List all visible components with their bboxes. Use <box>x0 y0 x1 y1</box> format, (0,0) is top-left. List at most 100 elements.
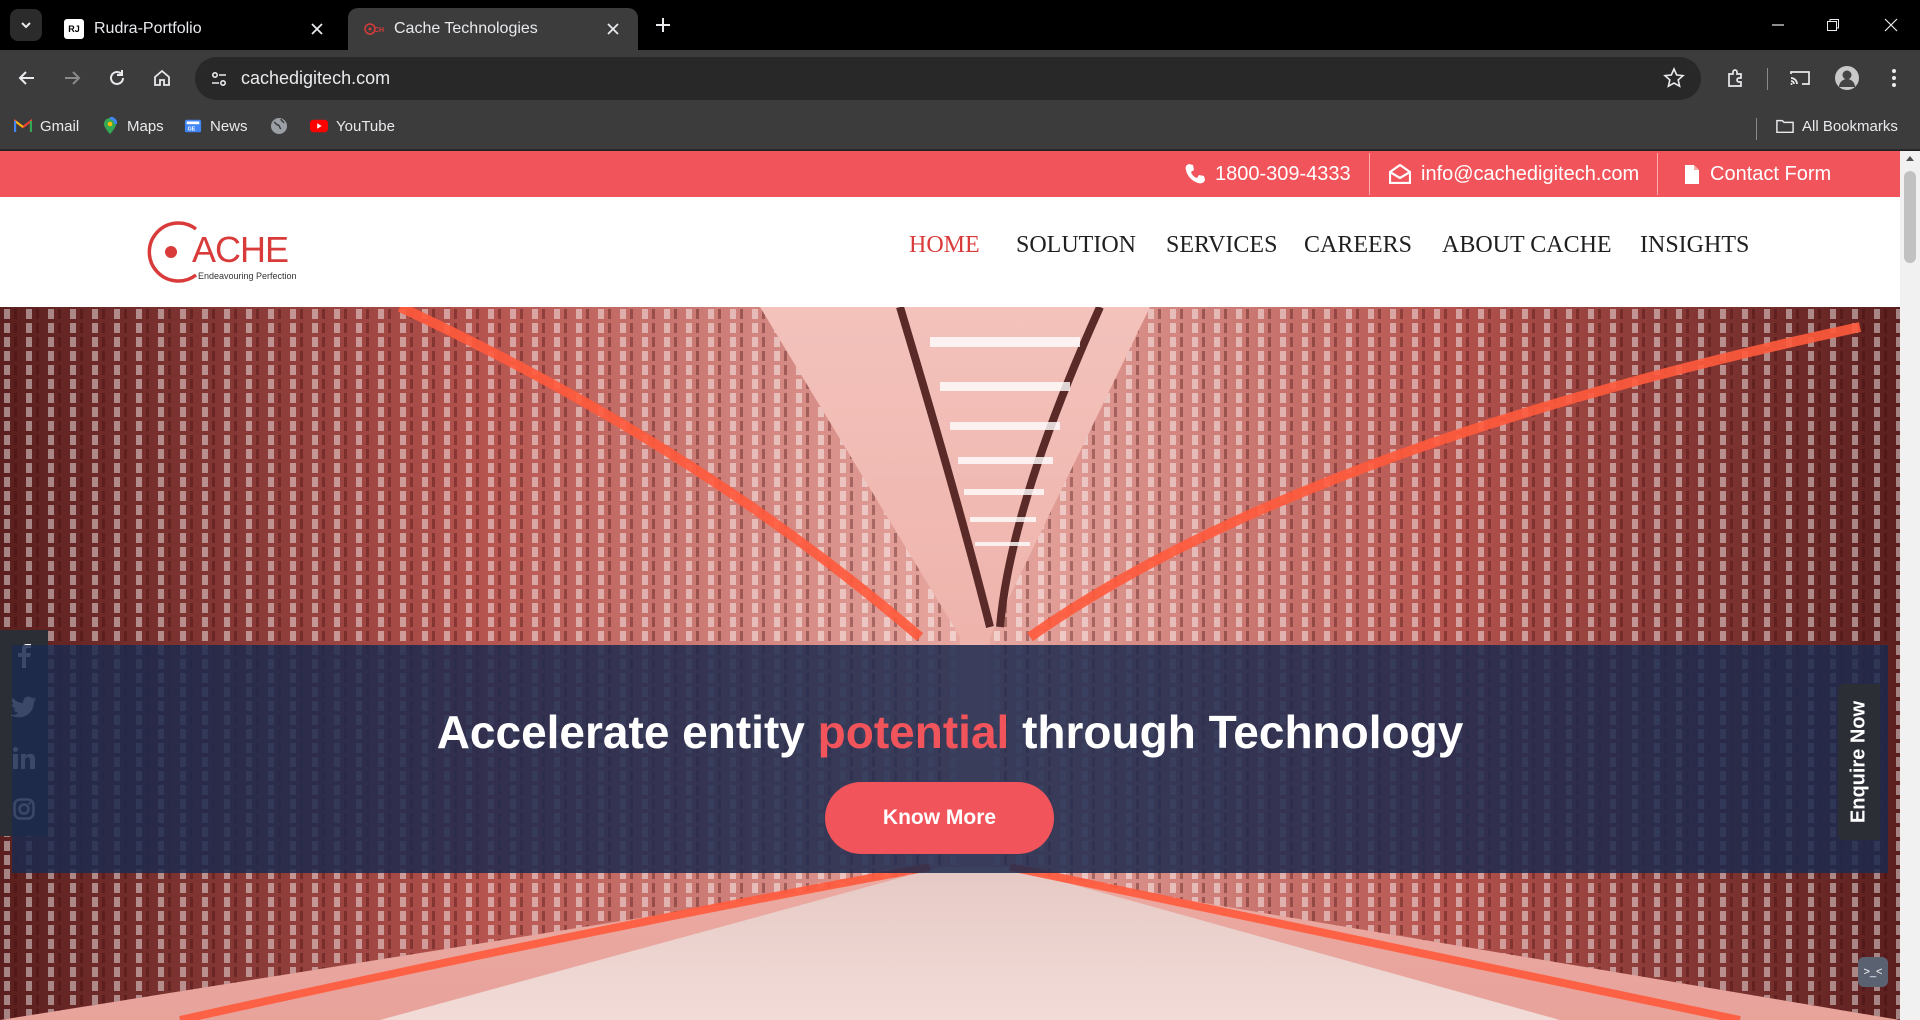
svg-text:CH: CH <box>374 27 384 34</box>
browser-toolbar: cachedigitech.com <box>0 50 1920 107</box>
minimize-icon <box>1772 24 1784 26</box>
envelope-open-icon <box>1389 164 1411 184</box>
tab-strip: RJ Rudra-Portfolio CH Cache Technologies <box>0 0 1920 50</box>
cast-button[interactable] <box>1784 62 1816 94</box>
bookmarks-divider <box>1756 118 1757 140</box>
new-tab-button[interactable] <box>650 12 676 38</box>
bookmark-label: News <box>210 117 248 135</box>
chat-widget-button[interactable]: >_< <box>1858 957 1888 987</box>
web-page: 1800-309-4333 info@cachedigitech.com Con… <box>0 151 1900 1020</box>
close-icon[interactable] <box>306 18 328 40</box>
all-bookmarks-button[interactable]: All Bookmarks <box>1776 117 1898 135</box>
nav-solution[interactable]: SOLUTION <box>1016 232 1136 259</box>
topbar-divider <box>1657 153 1658 195</box>
phone-link[interactable]: 1800-309-4333 <box>1185 151 1351 197</box>
extensions-button[interactable] <box>1720 62 1752 94</box>
enquire-now-label: Enquire Now <box>1847 700 1870 824</box>
browser-menu-button[interactable] <box>1878 62 1910 94</box>
back-button[interactable] <box>11 62 43 94</box>
cache-favicon-icon: CH <box>364 19 384 39</box>
tab-cache-technologies[interactable]: CH Cache Technologies <box>348 8 638 50</box>
rj-favicon-icon: RJ <box>64 19 84 39</box>
logo-wordmark: ACHE <box>192 229 289 270</box>
folder-icon <box>1776 117 1794 135</box>
hero-title-end: through Technology <box>1009 706 1464 758</box>
bookmark-globe[interactable] <box>270 117 296 135</box>
tab-title: Cache Technologies <box>394 20 538 37</box>
bookmark-maps[interactable]: Maps <box>101 117 164 135</box>
puzzle-icon <box>1728 69 1742 87</box>
cast-icon <box>1790 71 1810 85</box>
avatar-icon <box>1835 66 1859 90</box>
close-icon <box>1884 18 1898 32</box>
nav-about-cache[interactable]: ABOUT CACHE <box>1442 232 1612 259</box>
nav-careers[interactable]: CAREERS <box>1304 232 1412 259</box>
enquire-now-tab[interactable]: Enquire Now <box>1838 684 1880 840</box>
reload-button[interactable] <box>101 62 133 94</box>
page-scrollbar[interactable] <box>1900 151 1920 1020</box>
bookmark-star-icon[interactable] <box>1663 67 1685 94</box>
hero-title-start: Accelerate entity <box>436 706 818 758</box>
restore-button[interactable] <box>1818 10 1848 40</box>
phone-icon <box>1185 164 1205 184</box>
svg-text:GE: GE <box>188 127 196 133</box>
bookmark-youtube[interactable]: YouTube <box>310 117 395 135</box>
restore-icon <box>1827 19 1839 31</box>
scroll-up-arrow-icon[interactable] <box>1906 156 1914 161</box>
contact-form-link[interactable]: Contact Form <box>1684 151 1831 197</box>
tab-search-button[interactable] <box>10 9 42 41</box>
nav-insights[interactable]: INSIGHTS <box>1640 232 1749 259</box>
home-button[interactable] <box>146 62 178 94</box>
bookmarks-bar: Gmail Maps GE News YouTube All Bookmarks <box>0 107 1920 150</box>
cache-logo[interactable]: ACHE Endeavouring Perfection <box>138 217 298 287</box>
forward-button[interactable] <box>56 62 88 94</box>
youtube-icon <box>310 117 328 135</box>
email-link[interactable]: info@cachedigitech.com <box>1389 151 1639 197</box>
bookmark-news[interactable]: GE News <box>184 117 248 135</box>
gmail-icon <box>14 117 32 135</box>
know-more-button[interactable]: Know More <box>825 782 1054 854</box>
document-icon <box>1685 164 1699 184</box>
nav-services[interactable]: SERVICES <box>1166 232 1277 259</box>
email-address: info@cachedigitech.com <box>1421 162 1640 185</box>
site-header: ACHE Endeavouring Perfection HOME SOLUTI… <box>0 197 1900 307</box>
chevron-down-icon <box>21 22 31 29</box>
logo-tagline: Endeavouring Perfection <box>198 271 297 281</box>
bookmark-label: All Bookmarks <box>1802 117 1898 135</box>
more-vertical-icon <box>1892 69 1896 87</box>
bookmark-label: YouTube <box>336 117 395 135</box>
maps-icon <box>101 117 119 135</box>
tab-rudra-portfolio[interactable]: RJ Rudra-Portfolio <box>48 8 342 50</box>
address-bar[interactable]: cachedigitech.com <box>195 57 1701 100</box>
tab-title: Rudra-Portfolio <box>94 20 202 37</box>
home-icon <box>154 69 170 86</box>
hero-caption-band: Accelerate entity potential through Tech… <box>12 645 1888 873</box>
chat-icon: >_< <box>1863 966 1883 978</box>
scrollbar-thumb[interactable] <box>1904 171 1916 263</box>
toolbar-divider <box>1767 68 1768 90</box>
hero-title: Accelerate entity potential through Tech… <box>12 705 1888 759</box>
hero-title-accent: potential <box>817 706 1010 758</box>
reload-icon <box>110 70 124 85</box>
minimize-button[interactable] <box>1763 10 1793 40</box>
tune-icon <box>211 71 226 86</box>
arrow-right-icon <box>65 71 81 85</box>
profile-avatar[interactable] <box>1831 62 1863 94</box>
close-icon[interactable] <box>602 18 624 40</box>
hero-banner: Accelerate entity potential through Tech… <box>0 307 1900 1020</box>
globe-icon <box>270 117 288 135</box>
close-window-button[interactable] <box>1876 10 1906 40</box>
contact-topbar: 1800-309-4333 info@cachedigitech.com Con… <box>0 151 1900 197</box>
url-text[interactable]: cachedigitech.com <box>241 68 390 89</box>
plus-icon <box>656 18 670 32</box>
bookmark-gmail[interactable]: Gmail <box>14 117 79 135</box>
arrow-left-icon <box>18 71 34 85</box>
nav-home[interactable]: HOME <box>909 232 980 259</box>
bookmark-label: Maps <box>127 117 164 135</box>
topbar-divider <box>1369 153 1370 195</box>
contact-form-label: Contact Form <box>1710 162 1832 185</box>
bookmark-label: Gmail <box>40 117 80 135</box>
phone-number: 1800-309-4333 <box>1215 162 1351 185</box>
site-info-button[interactable] <box>203 63 234 94</box>
news-icon: GE <box>184 117 202 135</box>
